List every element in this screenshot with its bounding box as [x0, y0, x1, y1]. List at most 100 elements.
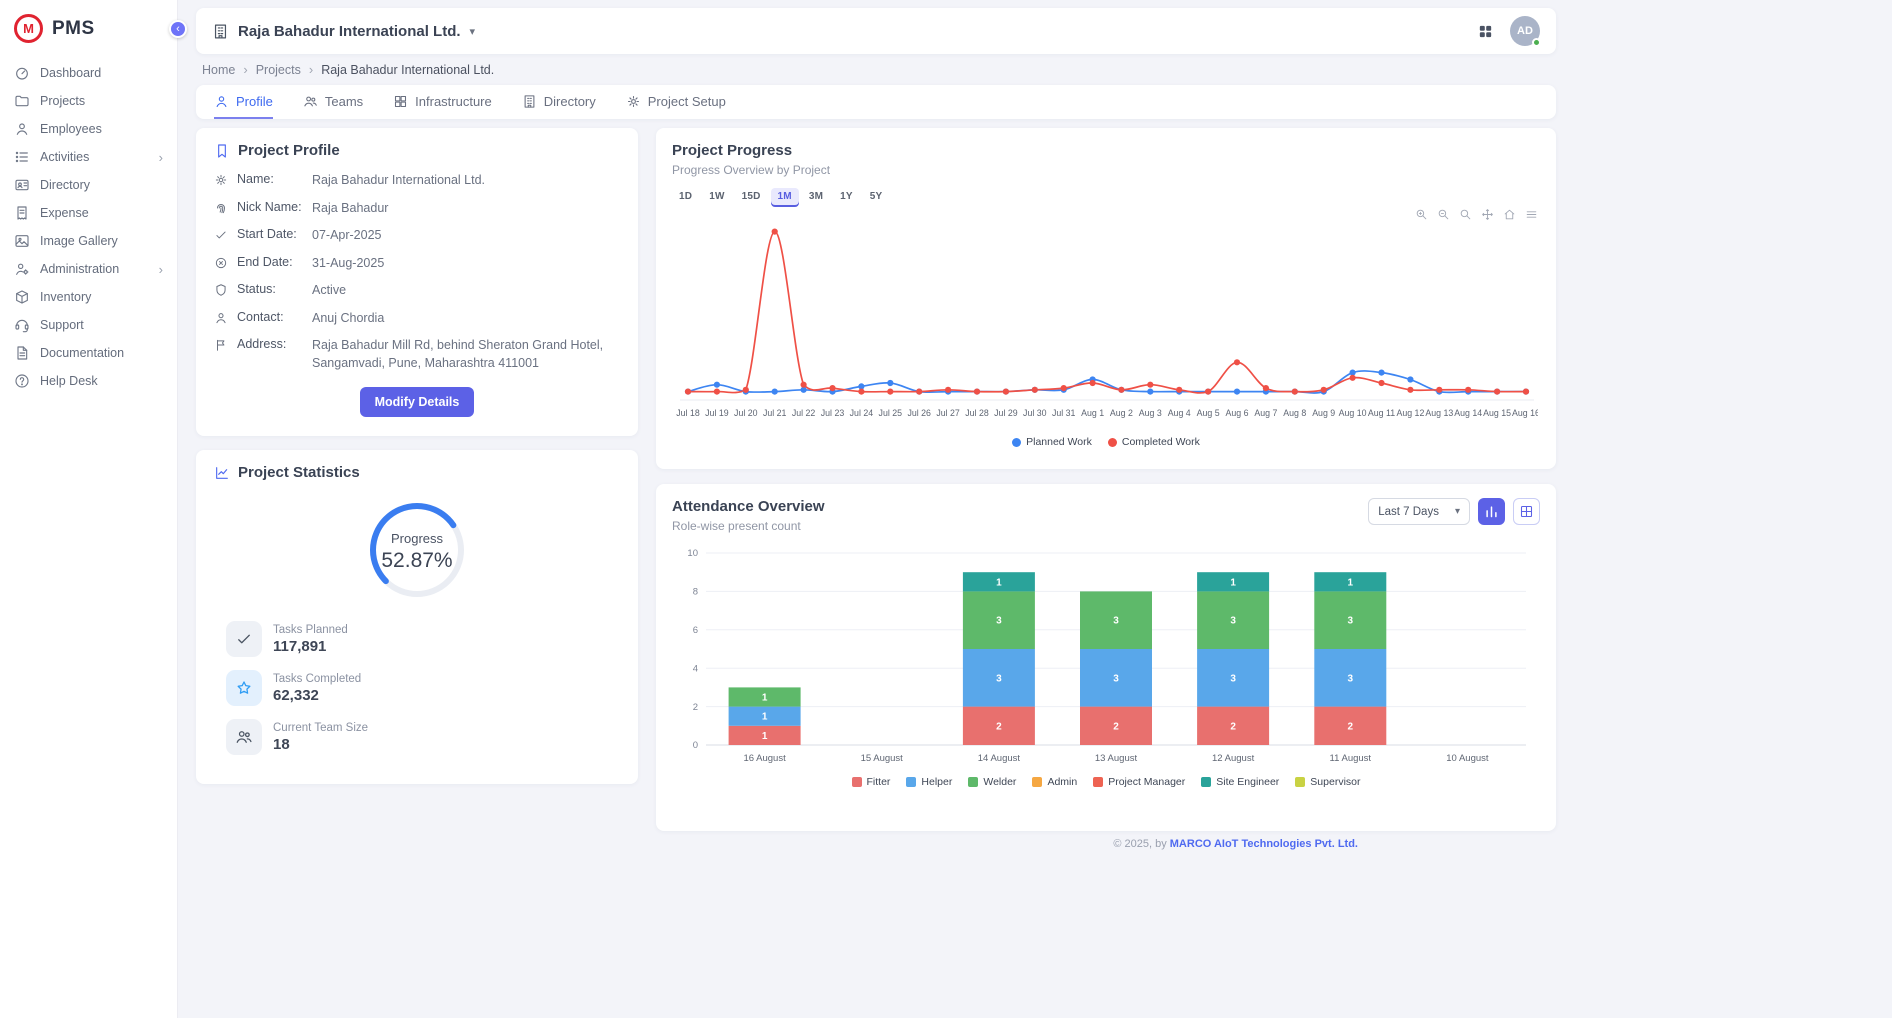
tab-infrastructure[interactable]: Infrastructure — [393, 85, 492, 119]
range-1w[interactable]: 1W — [702, 188, 731, 205]
legend-swatch — [968, 777, 978, 787]
check-icon — [214, 228, 228, 242]
svg-text:Jul 19: Jul 19 — [705, 408, 729, 418]
box-zoom-icon[interactable] — [1459, 208, 1472, 221]
sidebar-collapse-button[interactable]: ‹ — [169, 20, 187, 38]
range-1d[interactable]: 1D — [672, 188, 699, 205]
sidebar-item-projects[interactable]: Projects — [0, 87, 177, 115]
legend-item[interactable]: Admin — [1032, 776, 1077, 788]
svg-text:Aug 2: Aug 2 — [1110, 408, 1133, 418]
menu-icon[interactable] — [1525, 208, 1538, 221]
sidebar-item-documentation[interactable]: Documentation — [0, 339, 177, 367]
sidebar-item-directory[interactable]: Directory — [0, 171, 177, 199]
svg-text:1: 1 — [1348, 577, 1354, 588]
online-status-dot — [1532, 38, 1541, 47]
table-view-toggle[interactable] — [1513, 498, 1540, 525]
breadcrumb-home[interactable]: Home — [202, 63, 235, 77]
svg-text:Aug 13: Aug 13 — [1425, 408, 1453, 418]
tab-bar: Profile Teams Infrastructure Directory P… — [196, 85, 1556, 119]
progress-line-chart[interactable]: Jul 18Jul 19Jul 20Jul 21Jul 22Jul 23Jul … — [672, 209, 1540, 434]
building-icon — [212, 23, 229, 40]
legend-item[interactable]: Fitter — [852, 776, 891, 788]
svg-text:Jul 22: Jul 22 — [792, 408, 816, 418]
svg-text:Aug 7: Aug 7 — [1254, 408, 1277, 418]
sidebar-item-expense[interactable]: Expense — [0, 199, 177, 227]
app-logo-icon: M — [14, 14, 43, 43]
svg-text:Jul 18: Jul 18 — [676, 408, 700, 418]
svg-text:Aug 10: Aug 10 — [1339, 408, 1367, 418]
zoom-out-icon[interactable] — [1437, 208, 1450, 221]
company-link[interactable]: MARCO AIoT Technologies Pvt. Ltd. — [1170, 838, 1358, 850]
brand: M PMS — [0, 10, 177, 59]
range-1m[interactable]: 1M — [771, 188, 799, 205]
svg-text:15 August: 15 August — [861, 753, 904, 764]
zoom-in-icon[interactable] — [1415, 208, 1428, 221]
svg-text:2: 2 — [1230, 721, 1236, 732]
table-icon — [1519, 504, 1534, 519]
sidebar-item-dashboard[interactable]: Dashboard — [0, 59, 177, 87]
list-icon — [14, 149, 30, 165]
tab-project-setup[interactable]: Project Setup — [626, 85, 726, 119]
modify-details-button[interactable]: Modify Details — [360, 387, 475, 417]
sidebar-item-activities[interactable]: Activities › — [0, 143, 177, 171]
svg-text:1: 1 — [996, 577, 1002, 588]
breadcrumb-projects[interactable]: Projects — [256, 63, 301, 77]
range-15d[interactable]: 15D — [735, 188, 768, 205]
pan-icon[interactable] — [1481, 208, 1494, 221]
sidebar-item-image-gallery[interactable]: Image Gallery — [0, 227, 177, 255]
sidebar: M PMS Dashboard Projects Employees Activ… — [0, 0, 178, 1018]
legend-item[interactable]: Site Engineer — [1201, 776, 1279, 788]
legend-item[interactable]: Supervisor — [1295, 776, 1360, 788]
svg-text:3: 3 — [1113, 616, 1119, 627]
company-selector[interactable]: Raja Bahadur International Ltd. ▾ — [212, 23, 475, 40]
profile-field-end-date: End Date: 31-Aug-2025 — [214, 255, 620, 273]
legend-item[interactable]: Completed Work — [1108, 436, 1200, 448]
box-icon — [14, 289, 30, 305]
svg-text:1: 1 — [762, 693, 768, 704]
avatar[interactable]: AD — [1510, 16, 1540, 46]
stat-tasks-completed: Tasks Completed 62,332 — [214, 670, 620, 706]
sidebar-item-inventory[interactable]: Inventory — [0, 283, 177, 311]
legend-item[interactable]: Project Manager — [1093, 776, 1185, 788]
profile-field-contact: Contact: Anuj Chordia — [214, 310, 620, 328]
svg-text:6: 6 — [693, 625, 698, 636]
gear-icon — [626, 94, 641, 109]
svg-text:3: 3 — [1230, 616, 1236, 627]
tab-directory[interactable]: Directory — [522, 85, 596, 119]
project-profile-card: Project Profile Name: Raja Bahadur Inter… — [196, 128, 638, 436]
sidebar-item-administration[interactable]: Administration › — [0, 255, 177, 283]
sidebar-item-support[interactable]: Support — [0, 311, 177, 339]
range-3m[interactable]: 3M — [802, 188, 830, 205]
date-range-select[interactable]: Last 7 Days ▾ — [1368, 498, 1470, 525]
chart-view-toggle[interactable] — [1478, 498, 1505, 525]
svg-text:Jul 30: Jul 30 — [1023, 408, 1047, 418]
tab-label: Teams — [325, 94, 363, 109]
legend-item[interactable]: Helper — [906, 776, 952, 788]
legend-item[interactable]: Planned Work — [1012, 436, 1092, 448]
legend-label: Site Engineer — [1216, 776, 1279, 788]
flag-icon — [214, 338, 228, 352]
attendance-overview-card: Attendance Overview Role-wise present co… — [656, 484, 1556, 831]
range-1y[interactable]: 1Y — [833, 188, 860, 205]
tab-teams[interactable]: Teams — [303, 85, 363, 119]
profile-field-status: Status: Active — [214, 282, 620, 300]
svg-text:Aug 16: Aug 16 — [1512, 408, 1538, 418]
range-5y[interactable]: 5Y — [863, 188, 890, 205]
home-icon[interactable] — [1503, 208, 1516, 221]
svg-text:1: 1 — [1230, 577, 1236, 588]
image-icon — [14, 233, 30, 249]
project-profile-title: Project Profile — [214, 142, 620, 159]
grid-icon — [393, 94, 408, 109]
sidebar-menu: Dashboard Projects Employees Activities … — [0, 59, 177, 395]
tab-profile[interactable]: Profile — [214, 85, 273, 119]
legend-item[interactable]: Welder — [968, 776, 1016, 788]
apps-grid-icon[interactable] — [1477, 23, 1494, 40]
legend-label: Supervisor — [1310, 776, 1360, 788]
svg-text:4: 4 — [693, 663, 698, 674]
legend-swatch — [1032, 777, 1042, 787]
sidebar-item-employees[interactable]: Employees — [0, 115, 177, 143]
attendance-bar-chart[interactable]: 024681011116 August15 August233114 Augus… — [672, 545, 1540, 774]
chart-line-icon — [214, 465, 230, 481]
sidebar-item-help-desk[interactable]: Help Desk — [0, 367, 177, 395]
svg-text:Jul 25: Jul 25 — [879, 408, 903, 418]
